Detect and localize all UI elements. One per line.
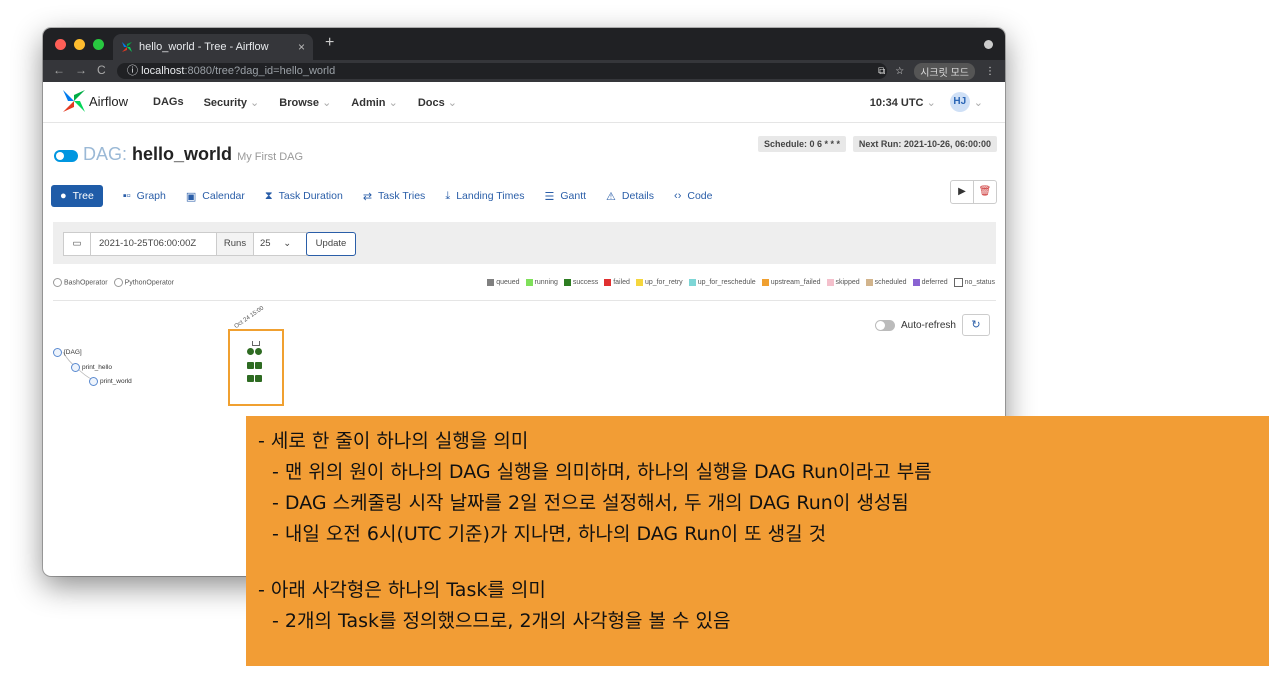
tree-node-dag[interactable]: [DAG] (53, 348, 82, 357)
annotation-line: - DAG 스케줄링 시작 날짜를 2일 전으로 설정해서, 두 개의 DAG … (272, 492, 909, 514)
tree-node-print-world-label: print_world (100, 378, 132, 385)
annotation-line: - 맨 위의 원이 하나의 DAG 실행을 의미하며, 하나의 실행을 DAG … (272, 461, 932, 483)
annotation-box: - 세로 한 줄이 하나의 실행을 의미 - 맨 위의 원이 하나의 DAG 실… (246, 416, 1269, 666)
task-square-print-world-1[interactable] (247, 375, 254, 382)
task-square-print-world-2[interactable] (255, 375, 262, 382)
tree-node-print-hello-label: print_hello (82, 364, 112, 371)
annotation-line: - 2개의 Task를 정의했으므로, 2개의 사각형을 볼 수 있음 (272, 610, 731, 632)
annotation-spacer (258, 550, 1269, 575)
annotation-line: - 내일 오전 6시(UTC 기준)가 지나면, 하나의 DAG Run이 또 … (272, 523, 827, 545)
dag-run-circle-1[interactable] (247, 348, 254, 355)
tree-node-dag-label: [DAG] (64, 349, 82, 356)
tree-node-print-world[interactable]: print_world (89, 377, 132, 386)
node-circle-icon (89, 377, 98, 386)
annotation-line: - 아래 사각형은 하나의 Task를 의미 (258, 579, 546, 601)
node-circle-icon (53, 348, 62, 357)
node-circle-icon (71, 363, 80, 372)
dag-run-circle-2[interactable] (255, 348, 262, 355)
run-duration-bar[interactable] (252, 341, 260, 346)
annotation-line: - 세로 한 줄이 하나의 실행을 의미 (258, 430, 529, 452)
task-square-print-hello-1[interactable] (247, 362, 254, 369)
tree-node-print-hello[interactable]: print_hello (71, 363, 112, 372)
task-square-print-hello-2[interactable] (255, 362, 262, 369)
